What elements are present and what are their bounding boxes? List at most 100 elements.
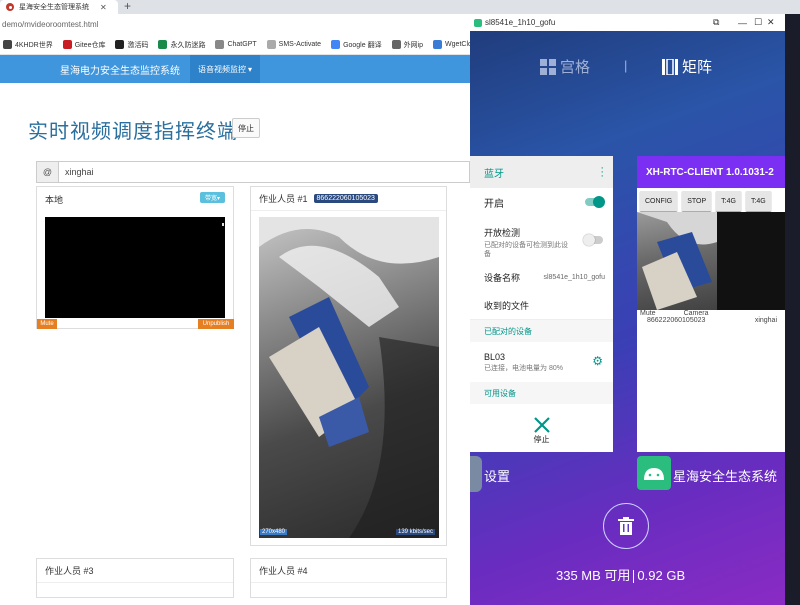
- android-app-icon[interactable]: [637, 456, 671, 490]
- page-title: 实时视频调度指挥终端: [28, 121, 238, 143]
- matrix-icon: [662, 58, 678, 75]
- bluetooth-toggle[interactable]: [585, 196, 605, 208]
- emulator-window-title: sl8541e_1h10_gofu: [485, 18, 556, 27]
- stop-label: 停止: [533, 434, 550, 444]
- rtc-camera-label[interactable]: Camera: [684, 310, 709, 317]
- stop-rtc-button[interactable]: STOP: [682, 191, 712, 211]
- bookmark-label: 永久防迷路: [170, 41, 206, 49]
- browser-tab-bar: [0, 0, 800, 14]
- emulator-titlebar: sl8541e_1h10_gofu ⧉ — ☐ ✕: [470, 14, 785, 31]
- discoverable-row[interactable]: 开放检测 已配对的设备可检测到此设备: [470, 216, 613, 262]
- close-x-icon: [533, 416, 550, 433]
- received-files-row[interactable]: 收到的文件: [470, 292, 613, 320]
- bookmark-label: SMS-Activate: [278, 41, 322, 48]
- discoverable-toggle[interactable]: [583, 234, 603, 246]
- rtc-video-frame: [637, 212, 785, 310]
- android-icon: [474, 18, 482, 27]
- new-tab-button[interactable]: +: [124, 0, 131, 13]
- paired-section-label: 已配对的设备: [484, 326, 532, 336]
- remote-video: [259, 217, 439, 538]
- settings-app-icon[interactable]: [470, 456, 482, 492]
- close-icon[interactable]: ✕: [767, 17, 775, 28]
- device-name-row[interactable]: 设备名称 sl8541e_1h10_gofu: [470, 262, 613, 292]
- rtc-preview-video: [637, 212, 785, 310]
- rtc-title: XH-RTC-CLIENT 1.0.1031-2: [637, 156, 785, 188]
- maximize-icon[interactable]: ☐: [754, 17, 762, 28]
- available-section-header: 可用设备: [470, 382, 613, 404]
- received-files-label: 收到的文件: [484, 301, 530, 311]
- panel-title: 本地: [45, 194, 64, 205]
- memory-total: 0.92 GB: [637, 568, 686, 583]
- bookmark-item[interactable]: Google 翻译: [331, 40, 382, 50]
- bluetooth-on-label: 开启: [484, 198, 504, 210]
- grid-icon: [540, 58, 556, 75]
- matrix-view-toggle[interactable]: 矩阵: [662, 56, 712, 77]
- available-section-label: 可用设备: [484, 388, 516, 398]
- clear-recents-button[interactable]: [603, 503, 649, 549]
- bookmark-favicon-icon: [266, 40, 276, 49]
- memory-status: 335 MB 可用 0.92 GB: [556, 565, 685, 584]
- bookmark-favicon-icon: [331, 40, 341, 49]
- minimize-icon[interactable]: —: [738, 18, 747, 28]
- bluetooth-settings-card[interactable]: 蓝牙 · · · 开启 开放检测 已配对的设备可检测到此设备 设备名称 sl8541…: [470, 156, 613, 452]
- unpublish-button[interactable]: Unpublish: [198, 319, 234, 329]
- device-id-badge: 866222060105023: [313, 194, 378, 203]
- bandwidth-dropdown-button[interactable]: 带宽▾: [200, 192, 225, 203]
- bookmark-item[interactable]: 永久防迷路: [158, 40, 205, 50]
- panel-title: 作业人员 #1: [259, 194, 308, 204]
- bookmark-item[interactable]: Gitee仓库: [62, 40, 105, 50]
- bookmark-favicon-icon: [62, 40, 72, 49]
- bookmark-item[interactable]: 外网ip: [391, 40, 423, 50]
- rtc-device-id: 866222060105023: [647, 317, 706, 324]
- site-brand[interactable]: 星海电力安全生态监控系统: [60, 62, 180, 77]
- memory-used: 335 MB 可用: [556, 568, 631, 583]
- more-vert-icon[interactable]: · · ·: [600, 163, 604, 182]
- rtc-mute-label[interactable]: Mute: [640, 310, 656, 317]
- paired-device-row[interactable]: BL03 已连接，电池电量为 80% ⚙: [470, 342, 613, 382]
- bookmark-favicon-icon: [115, 40, 125, 49]
- bluetooth-on-row[interactable]: 开启: [470, 188, 613, 216]
- resolution-tag: 270x480: [260, 529, 288, 535]
- worker-3-panel: 作业人员 #3: [36, 558, 234, 598]
- rtc-toolbar: CONFIG STOP T:4G T:4G: [637, 188, 785, 214]
- gear-icon[interactable]: ⚙: [592, 354, 603, 368]
- grid-label: 宫格: [560, 59, 591, 76]
- bookmark-item[interactable]: 4KHDR世界: [3, 40, 53, 50]
- view-separator: |: [624, 58, 628, 73]
- android-robot-icon: [644, 468, 664, 480]
- remote-video-frame: [259, 217, 439, 538]
- room-input[interactable]: xinghai: [59, 162, 94, 182]
- config-button[interactable]: CONFIG: [640, 191, 678, 211]
- bookmark-item[interactable]: 激活码: [115, 40, 148, 50]
- site-navbar: 星海电力安全生态监控系统 语音视频监控 ▾: [0, 55, 470, 83]
- device-name-label: 设备名称: [484, 272, 521, 283]
- panel-title: 作业人员 #3: [45, 566, 94, 576]
- network-type-button[interactable]: T:4G: [716, 191, 741, 211]
- settings-app-label: 设置: [484, 469, 511, 484]
- bookmark-favicon-icon: [158, 40, 168, 49]
- bluetooth-header: 蓝牙 · · ·: [470, 156, 613, 188]
- bluetooth-stop-button[interactable]: 停止: [470, 408, 613, 452]
- network-type-button-2[interactable]: T:4G: [745, 191, 771, 211]
- bookmark-label: 4KHDR世界: [15, 41, 53, 49]
- panel-heading: 作业人员 #1 866222060105023: [251, 187, 446, 211]
- background-window-edge: [785, 14, 800, 605]
- video-cursor-mark: [222, 223, 224, 226]
- bookmark-item[interactable]: SMS-Activate: [266, 40, 322, 49]
- paired-section-header: 已配对的设备: [470, 320, 613, 342]
- device-name-value: sl8541e_1h10_gofu: [543, 273, 605, 281]
- panel-title: 作业人员 #4: [259, 566, 308, 576]
- nav-item-av-monitor[interactable]: 语音视频监控 ▾: [190, 55, 261, 83]
- discoverable-sub: 已配对的设备可检测到此设备: [484, 242, 568, 258]
- panel-heading: 作业人员 #3: [37, 559, 233, 583]
- stop-button[interactable]: 停止: [232, 118, 260, 138]
- bookmark-item[interactable]: ChatGPT: [215, 40, 257, 49]
- grid-view-toggle[interactable]: 宫格: [540, 56, 590, 77]
- restore-icon[interactable]: ⧉: [713, 17, 719, 28]
- close-tab-icon[interactable]: ✕: [100, 3, 107, 12]
- bookmark-label: ChatGPT: [227, 41, 257, 48]
- rtc-meta: Mute Camera 866222060105023 xinghai: [637, 310, 785, 324]
- nav-item-label: 语音视频监控: [198, 64, 246, 74]
- browser-tab[interactable]: 星海安全生态管理系统 ✕: [0, 0, 118, 14]
- mute-button[interactable]: Mute: [37, 319, 57, 329]
